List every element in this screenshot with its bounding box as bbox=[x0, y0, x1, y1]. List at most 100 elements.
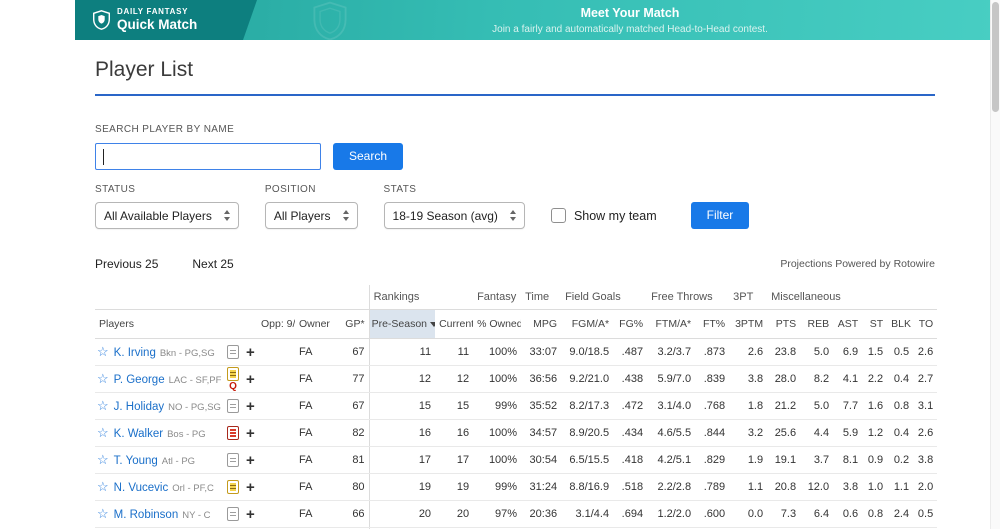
player-name-link[interactable]: N. Vucevic bbox=[114, 482, 169, 494]
cell-gp: 67 bbox=[341, 339, 369, 366]
opponent-cell bbox=[257, 474, 295, 501]
cell-to: 2.6 bbox=[913, 339, 937, 366]
cell-pre: 15 bbox=[369, 393, 435, 420]
player-cell: ☆J. HolidayNO - PG,SG bbox=[95, 393, 223, 420]
cell-gp: 82 bbox=[341, 420, 369, 447]
cell-owned: 100% bbox=[473, 366, 521, 393]
cell-reb: 5.0 bbox=[800, 339, 833, 366]
player-note-icon[interactable] bbox=[227, 480, 239, 494]
cell-ftma: 1.2/2.0 bbox=[647, 501, 695, 528]
favorite-star-icon[interactable]: ☆ bbox=[97, 344, 109, 359]
banner-subhead: Join a fairly and automatically matched … bbox=[492, 24, 768, 35]
player-note-icon[interactable] bbox=[227, 345, 239, 359]
player-name-link[interactable]: P. George bbox=[114, 374, 165, 386]
stats-select[interactable]: 18-19 Season (avg) bbox=[384, 202, 525, 229]
cell-ast: 3.8 bbox=[833, 474, 862, 501]
top-banner: DAILY FANTASY Quick Match Meet Your Matc… bbox=[75, 0, 1000, 40]
favorite-star-icon[interactable]: ☆ bbox=[97, 371, 109, 386]
player-cell: ☆M. RobinsonNY - C bbox=[95, 501, 223, 528]
cell-fgma: 8.9/20.5 bbox=[561, 420, 613, 447]
cell-to: 2.6 bbox=[913, 420, 937, 447]
col-header-reb: REB bbox=[800, 310, 833, 339]
player-note-icon[interactable] bbox=[227, 426, 239, 440]
col-header-owner: Owner bbox=[295, 310, 341, 339]
player-name-link[interactable]: K. Irving bbox=[114, 347, 156, 359]
owner-cell: FA bbox=[295, 420, 341, 447]
col-header-pre-season[interactable]: Pre-Season bbox=[369, 310, 435, 339]
filter-button[interactable]: Filter bbox=[691, 202, 750, 229]
cell-fgma: 9.2/21.0 bbox=[561, 366, 613, 393]
cell-cur: 17 bbox=[435, 447, 473, 474]
add-player-icon[interactable]: + bbox=[246, 453, 255, 468]
add-player-icon[interactable]: + bbox=[246, 345, 255, 360]
cell-owned: 99% bbox=[473, 474, 521, 501]
player-name-link[interactable]: T. Young bbox=[114, 455, 158, 467]
cell-ast: 5.9 bbox=[833, 420, 862, 447]
scrollbar[interactable] bbox=[990, 0, 1000, 529]
cell-mpg: 36:56 bbox=[521, 366, 561, 393]
sort-label: Pre-Season bbox=[372, 318, 427, 330]
owner-cell: FA bbox=[295, 339, 341, 366]
injury-status-badge: Q bbox=[229, 382, 237, 392]
cell-blk: 1.1 bbox=[887, 474, 913, 501]
cell-gp: 67 bbox=[341, 393, 369, 420]
cell-ftma: 3.2/3.7 bbox=[647, 339, 695, 366]
cell-reb: 5.0 bbox=[800, 393, 833, 420]
favorite-star-icon[interactable]: ☆ bbox=[97, 452, 109, 467]
table-row: ☆N. VucevicOrl - PF,C+FA80191999%31:248.… bbox=[95, 474, 937, 501]
group-header-3pt: 3PT bbox=[729, 285, 767, 310]
group-header-rankings: Rankings bbox=[369, 285, 473, 310]
brand-block: DAILY FANTASY Quick Match bbox=[75, 0, 257, 40]
player-name-link[interactable]: M. Robinson bbox=[114, 509, 179, 521]
add-player-icon[interactable]: + bbox=[246, 507, 255, 522]
cell-st: 1.2 bbox=[862, 420, 887, 447]
select-arrows-icon bbox=[510, 210, 516, 221]
player-cell: ☆N. VucevicOrl - PF,C bbox=[95, 474, 223, 501]
cell-reb: 8.2 bbox=[800, 366, 833, 393]
cell-pre: 12 bbox=[369, 366, 435, 393]
favorite-star-icon[interactable]: ☆ bbox=[97, 425, 109, 440]
player-name-link[interactable]: J. Holiday bbox=[114, 401, 165, 413]
cell-ast: 6.9 bbox=[833, 339, 862, 366]
column-header-row: PlayersOpp: 9/25OwnerGP*Pre-SeasonCurren… bbox=[95, 310, 937, 339]
player-note-icon[interactable] bbox=[227, 399, 239, 413]
search-input[interactable] bbox=[95, 143, 321, 170]
cell-st: 2.2 bbox=[862, 366, 887, 393]
favorite-star-icon[interactable]: ☆ bbox=[97, 479, 109, 494]
group-header-time: Time bbox=[521, 285, 561, 310]
search-button[interactable]: Search bbox=[333, 143, 403, 170]
scrollbar-thumb[interactable] bbox=[992, 2, 999, 112]
show-my-team-option[interactable]: Show my team bbox=[551, 208, 657, 229]
cell-fgma: 8.2/17.3 bbox=[561, 393, 613, 420]
cell-pre: 19 bbox=[369, 474, 435, 501]
add-player-icon[interactable]: + bbox=[246, 399, 255, 414]
favorite-star-icon[interactable]: ☆ bbox=[97, 398, 109, 413]
position-select[interactable]: All Players bbox=[265, 202, 358, 229]
col-header-gp: GP* bbox=[341, 310, 369, 339]
cell-st: 1.6 bbox=[862, 393, 887, 420]
table-row: ☆M. RobinsonNY - C+FA66202097%20:363.1/4… bbox=[95, 501, 937, 528]
add-player-icon[interactable]: + bbox=[246, 426, 255, 441]
cell-ast: 0.6 bbox=[833, 501, 862, 528]
player-note-icon[interactable] bbox=[227, 453, 239, 467]
cell-owned: 99% bbox=[473, 393, 521, 420]
cell-ftp: .768 bbox=[695, 393, 729, 420]
cell-mpg: 35:52 bbox=[521, 393, 561, 420]
player-name-link[interactable]: K. Walker bbox=[114, 428, 163, 440]
player-note-icon[interactable] bbox=[227, 367, 239, 381]
col-header-player: Players bbox=[95, 310, 223, 339]
banner-message: Meet Your Match Join a fairly and automa… bbox=[492, 7, 768, 35]
show-my-team-checkbox[interactable] bbox=[551, 208, 566, 223]
next-page-link[interactable]: Next 25 bbox=[192, 257, 233, 271]
opponent-cell bbox=[257, 447, 295, 474]
player-note-icon[interactable] bbox=[227, 507, 239, 521]
previous-page-link[interactable]: Previous 25 bbox=[95, 257, 158, 271]
status-label: STATUS bbox=[95, 184, 239, 195]
status-select[interactable]: All Available Players bbox=[95, 202, 239, 229]
add-player-icon[interactable]: + bbox=[246, 372, 255, 387]
projections-credit: Projections Powered by Rotowire bbox=[780, 258, 935, 270]
favorite-star-icon[interactable]: ☆ bbox=[97, 506, 109, 521]
cell-fgp: .694 bbox=[613, 501, 647, 528]
select-arrows-icon bbox=[343, 210, 349, 221]
add-player-icon[interactable]: + bbox=[246, 480, 255, 495]
